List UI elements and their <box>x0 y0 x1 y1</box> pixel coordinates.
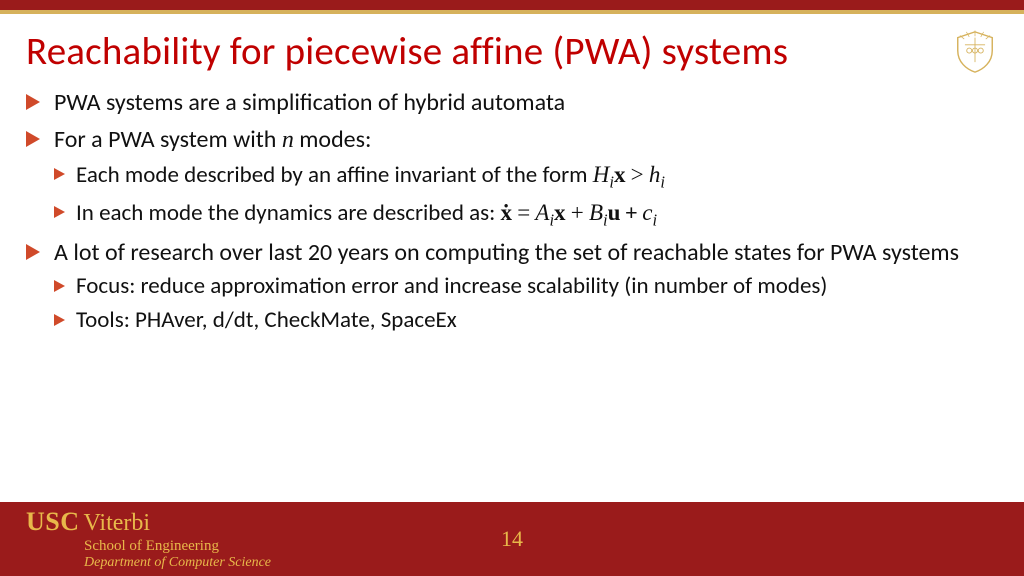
math-u: u <box>608 200 621 225</box>
math-x2: x <box>554 200 566 225</box>
bullet-1: PWA systems are a simplification of hybr… <box>26 87 998 118</box>
math-plus2: + <box>626 199 637 227</box>
bullet-3-sublist: Focus: reduce approximation error and in… <box>54 272 998 336</box>
usc-shield-icon <box>952 29 998 75</box>
bullet-2a: Each mode described by an affine invaria… <box>54 160 998 193</box>
title-row: Reachability for piecewise affine (PWA) … <box>0 14 1024 81</box>
math-H: H <box>593 162 610 187</box>
math-xdot: ẋ <box>500 200 512 225</box>
math-A: A <box>535 200 549 225</box>
footer-branding: USCViterbi School of Engineering Departm… <box>0 508 271 570</box>
math-gt: > <box>631 162 644 187</box>
slide-title: Reachability for piecewise affine (PWA) … <box>26 28 952 75</box>
footer: USCViterbi School of Engineering Departm… <box>0 502 1024 576</box>
math-c: c <box>642 200 652 225</box>
bullet-list: PWA systems are a simplification of hybr… <box>26 87 998 336</box>
viterbi-wordmark: Viterbi <box>84 510 151 536</box>
school-name: School of Engineering <box>84 538 271 555</box>
bullet-3a-text: Focus: reduce approximation error and in… <box>76 272 827 300</box>
slide-body: PWA systems are a simplification of hybr… <box>0 81 1024 502</box>
math-eq: = <box>517 200 530 225</box>
bullet-2-sublist: Each mode described by an affine invaria… <box>54 160 998 230</box>
dept-name: Department of Computer Science <box>84 555 271 570</box>
bullet-2-post: modes: <box>294 125 372 154</box>
bullet-3b-text: Tools: PHAver, d/dt, CheckMate, SpaceEx <box>76 306 457 334</box>
top-accent-bar <box>0 0 1024 10</box>
bullet-2a-pre: Each mode described by an affine invaria… <box>76 161 593 189</box>
slide: Reachability for piecewise affine (PWA) … <box>0 0 1024 576</box>
bullet-3: A lot of research over last 20 years on … <box>26 237 998 336</box>
bullet-2b: In each mode the dynamics are described … <box>54 198 998 231</box>
math-sub-i5: i <box>653 210 658 229</box>
math-h: h <box>649 162 661 187</box>
math-n: n <box>282 127 294 153</box>
math-B: B <box>589 200 603 225</box>
math-sub-i2: i <box>660 173 665 192</box>
page-number: 14 <box>501 526 523 552</box>
bullet-3-text: A lot of research over last 20 years on … <box>54 238 959 267</box>
math-plus1: + <box>571 200 584 225</box>
bullet-2-pre: For a PWA system with <box>54 125 282 154</box>
bullet-1-text: PWA systems are a simplification of hybr… <box>54 88 565 117</box>
bullet-3a: Focus: reduce approximation error and in… <box>54 272 998 302</box>
bullet-2b-pre: In each mode the dynamics are described … <box>76 199 500 227</box>
math-x1: x <box>614 162 626 187</box>
bullet-2: For a PWA system with n modes: Each mode… <box>26 124 998 230</box>
footer-line1: USCViterbi <box>26 508 271 537</box>
usc-wordmark: USC <box>26 507 80 536</box>
bullet-3b: Tools: PHAver, d/dt, CheckMate, SpaceEx <box>54 306 998 336</box>
